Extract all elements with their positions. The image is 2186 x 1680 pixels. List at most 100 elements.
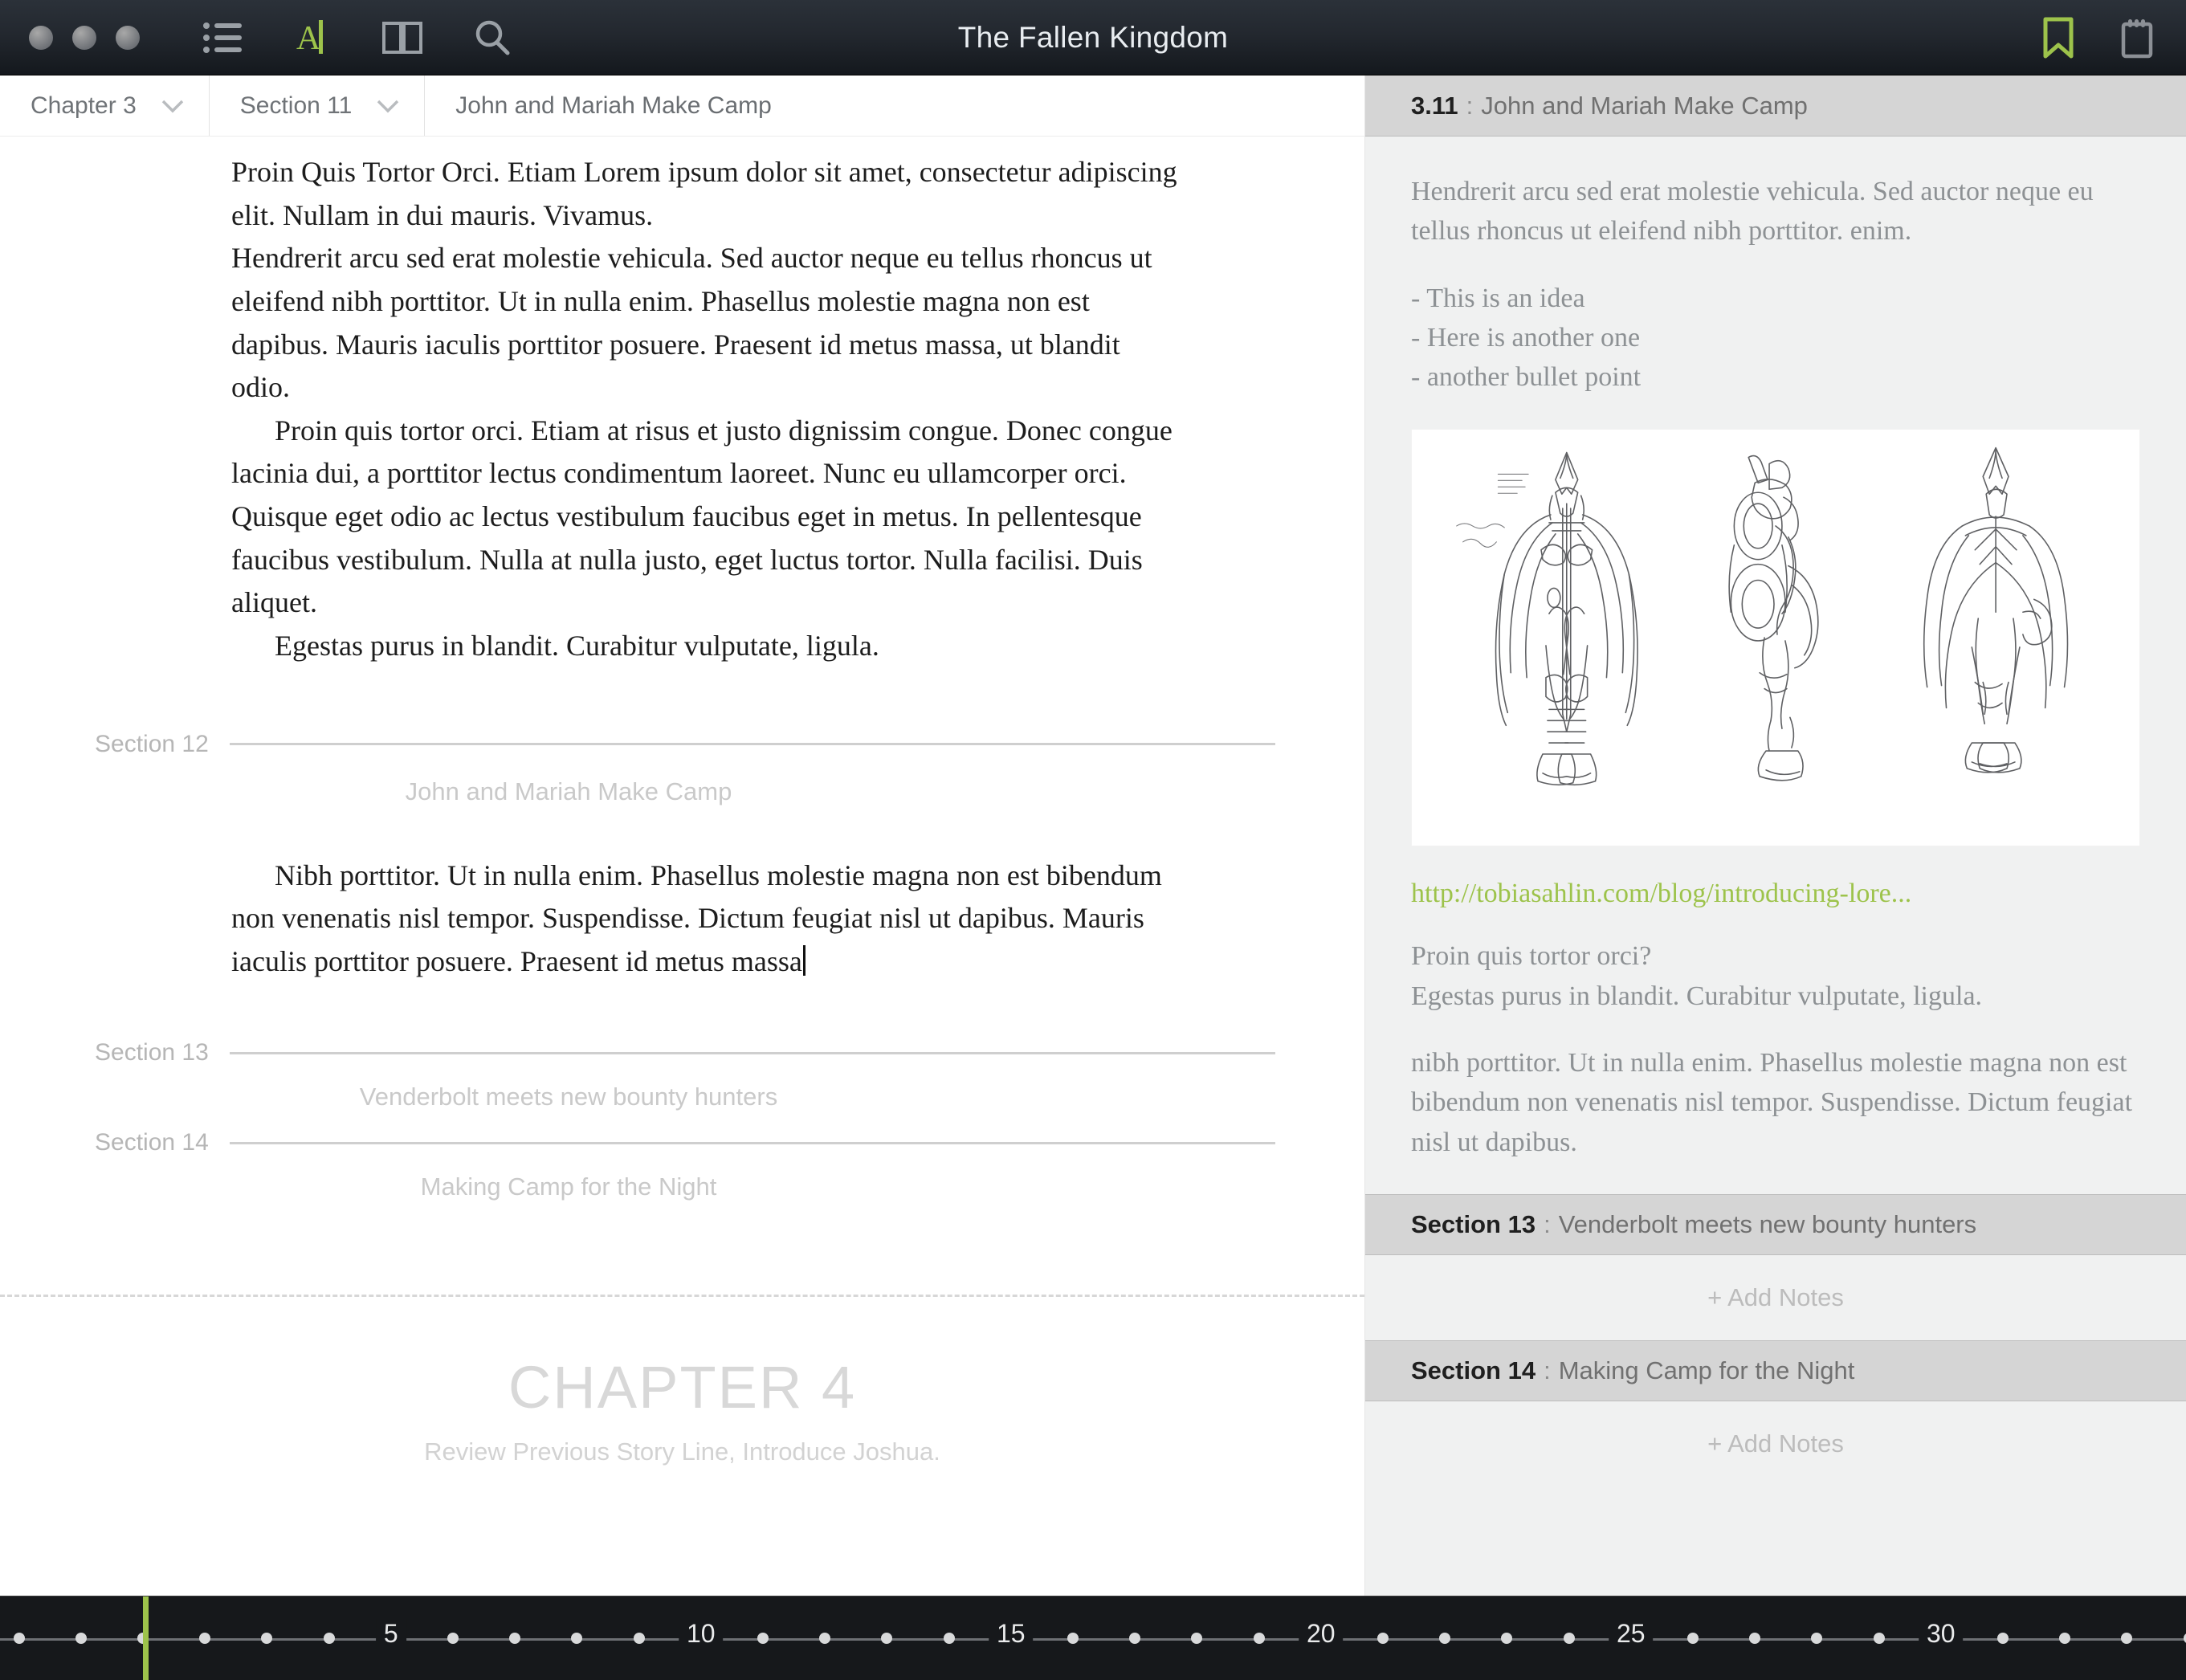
ruler-tick bbox=[757, 1633, 769, 1644]
timeline-ruler[interactable]: 5 10 15 20 25 30 bbox=[0, 1596, 2186, 1680]
ruler-tick bbox=[447, 1633, 459, 1644]
paragraph[interactable]: Proin Quis Tortor Orci. Etiam Lorem ipsu… bbox=[231, 151, 1179, 237]
paragraph[interactable]: Egestas purus in blandit. Curabitur vulp… bbox=[231, 625, 1179, 668]
note-bullet: - another bullet point bbox=[1411, 362, 1642, 393]
ruler-tick bbox=[1873, 1633, 1885, 1644]
editor-pane: Chapter 3 Section 11 John and Mariah Mak… bbox=[0, 75, 1365, 1596]
chevron-down-icon bbox=[377, 100, 399, 112]
ruler-label: 10 bbox=[679, 1619, 724, 1649]
section-divider-14[interactable]: Section 14 bbox=[95, 1129, 1275, 1156]
note-link[interactable]: http://tobiasahlin.com/blog/introducing-… bbox=[1411, 879, 2140, 909]
add-notes-button[interactable]: + Add Notes bbox=[1365, 1401, 2186, 1486]
section-title: Making Camp for the Night bbox=[1558, 1356, 1855, 1384]
ruler-tick bbox=[509, 1633, 521, 1644]
search-icon[interactable] bbox=[471, 16, 514, 59]
section-title[interactable]: Making Camp for the Night bbox=[95, 1172, 1042, 1201]
text-editor-icon[interactable]: A bbox=[291, 16, 334, 59]
toolbar-right bbox=[2037, 0, 2159, 75]
notes-pane: 3.11 : John and Mariah Make Camp Hendrer… bbox=[1365, 75, 2186, 1596]
notes-section-header-13[interactable]: Section 13 : Venderbolt meets new bounty… bbox=[1365, 1193, 2186, 1255]
ruler-tick bbox=[1563, 1633, 1575, 1644]
ruler-tick bbox=[1501, 1633, 1513, 1644]
notes-section-header-14[interactable]: Section 14 : Making Camp for the Night bbox=[1365, 1340, 2186, 1401]
document-canvas[interactable]: Proin Quis Tortor Orci. Etiam Lorem ipsu… bbox=[0, 137, 1364, 1596]
paragraph[interactable]: Nibh porttitor. Ut in nulla enim. Phasel… bbox=[231, 854, 1179, 984]
title-bar: A The Fallen Kingdom bbox=[0, 0, 2186, 75]
ruler-tick bbox=[1439, 1633, 1451, 1644]
breadcrumb-section-dropdown[interactable]: Section 11 bbox=[210, 75, 426, 136]
note-card[interactable]: Hendrerit arcu sed erat molestie vehicul… bbox=[1365, 137, 2186, 1194]
sketch-figures bbox=[1456, 447, 2069, 786]
divider-line bbox=[229, 1141, 1275, 1144]
svg-text:A: A bbox=[296, 20, 321, 57]
ruler-tick bbox=[1377, 1633, 1389, 1644]
character-concept-art-sketch[interactable] bbox=[1411, 429, 2140, 847]
ruler-tick bbox=[261, 1633, 273, 1644]
ruler-tick bbox=[1067, 1633, 1079, 1644]
section-title[interactable]: Venderbolt meets new bounty hunters bbox=[95, 1083, 1042, 1111]
ruler-tick bbox=[1687, 1633, 1699, 1644]
app-window: A The Fallen Kingdom Chapter 3 Section 1… bbox=[0, 0, 2186, 1680]
breadcrumb-section-label: Section 11 bbox=[239, 92, 353, 119]
ruler-tick bbox=[199, 1633, 211, 1644]
note-paragraph: Egestas purus in blandit. Curabitur vulp… bbox=[1411, 981, 1983, 1011]
breadcrumb-chapter-dropdown[interactable]: Chapter 3 bbox=[0, 75, 210, 136]
zoom-button[interactable] bbox=[116, 25, 140, 50]
ruler-tick bbox=[1811, 1633, 1823, 1644]
paragraph[interactable]: Hendrerit arcu sed erat molestie vehicul… bbox=[231, 237, 1179, 410]
ruler-tick bbox=[2059, 1633, 2071, 1644]
note-intro-text: Hendrerit arcu sed erat molestie vehicul… bbox=[1411, 177, 2094, 247]
section-number: Section 14 bbox=[1411, 1356, 1536, 1384]
section-title: Venderbolt meets new bounty hunters bbox=[1558, 1209, 1977, 1238]
ruler-label: 20 bbox=[1299, 1619, 1344, 1649]
ruler-tick bbox=[881, 1633, 893, 1644]
section-divider-13[interactable]: Section 13 bbox=[95, 1039, 1275, 1066]
section-label: Section 13 bbox=[95, 1039, 209, 1066]
book-spread-icon[interactable] bbox=[381, 16, 424, 59]
section-divider-12[interactable]: Section 12 bbox=[95, 731, 1275, 758]
notes-header[interactable]: 3.11 : John and Mariah Make Camp bbox=[1365, 75, 2186, 137]
ruler-tick bbox=[2121, 1633, 2133, 1644]
ruler-label: 25 bbox=[1609, 1619, 1654, 1649]
ruler-tick bbox=[75, 1633, 87, 1644]
ruler-tick bbox=[1129, 1633, 1141, 1644]
ruler-tick bbox=[2183, 1633, 2186, 1644]
add-notes-button[interactable]: + Add Notes bbox=[1365, 1254, 2186, 1340]
close-button[interactable] bbox=[29, 25, 53, 50]
ruler-tick bbox=[633, 1633, 645, 1644]
chapter-title: CHAPTER 4 bbox=[508, 1354, 857, 1421]
outline-list-icon[interactable] bbox=[201, 16, 244, 59]
paragraph-text: Nibh porttitor. Ut in nulla enim. Phasel… bbox=[231, 858, 1162, 977]
chevron-down-icon bbox=[161, 100, 183, 112]
note-bullet: - Here is another one bbox=[1411, 322, 1641, 353]
note-paragraph: nibh porttitor. Ut in nulla enim. Phasel… bbox=[1411, 1048, 2133, 1157]
divider-line bbox=[229, 1051, 1275, 1054]
next-chapter-block[interactable]: CHAPTER 4 Review Previous Story Line, In… bbox=[0, 1353, 1364, 1466]
notes-header-title: John and Mariah Make Camp bbox=[1481, 91, 1808, 120]
notes-header-number: 3.11 bbox=[1411, 91, 1458, 120]
minimize-button[interactable] bbox=[72, 25, 96, 50]
section-label: Section 12 bbox=[95, 730, 209, 757]
ruler-tick bbox=[13, 1633, 25, 1644]
ruler-tick bbox=[571, 1633, 583, 1644]
section-label: Section 14 bbox=[95, 1129, 209, 1156]
breadcrumb-title[interactable]: John and Mariah Make Camp bbox=[425, 75, 796, 136]
section-title[interactable]: John and Mariah Make Camp bbox=[95, 777, 1042, 806]
notepad-icon[interactable] bbox=[2115, 16, 2159, 59]
traffic-lights bbox=[29, 25, 140, 50]
ruler-label: 15 bbox=[989, 1619, 1034, 1649]
divider-line bbox=[229, 743, 1275, 745]
notes-header-separator: : bbox=[1466, 91, 1474, 120]
main-body: Chapter 3 Section 11 John and Mariah Mak… bbox=[0, 75, 2186, 1596]
text-cursor bbox=[802, 944, 805, 976]
breadcrumb: Chapter 3 Section 11 John and Mariah Mak… bbox=[0, 75, 1364, 137]
note-bullet: - This is an idea bbox=[1411, 283, 1585, 313]
bookmark-icon[interactable] bbox=[2037, 16, 2080, 59]
paragraph[interactable]: Proin quis tortor orci. Etiam at risus e… bbox=[231, 410, 1179, 625]
playhead[interactable] bbox=[143, 1596, 149, 1680]
section-separator: : bbox=[1544, 1209, 1551, 1238]
breadcrumb-title-label: John and Mariah Make Camp bbox=[455, 92, 772, 119]
note-paragraph: Proin quis tortor orci? bbox=[1411, 941, 1652, 972]
